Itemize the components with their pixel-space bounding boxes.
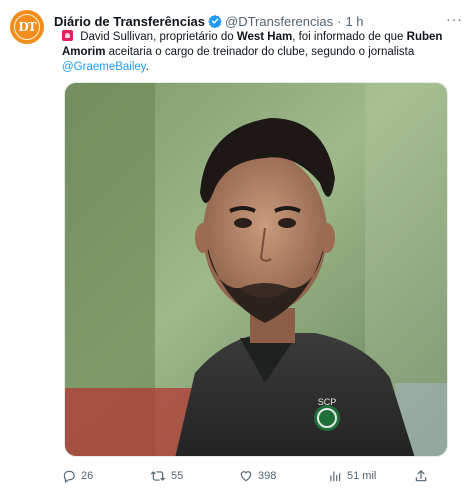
siren-icon — [62, 30, 73, 41]
bar-chart-icon — [330, 471, 341, 482]
handle[interactable]: @DTransferencias — [225, 14, 333, 29]
retweet-count: 55 — [171, 470, 184, 482]
mention-link[interactable]: @GraemeBailey — [62, 61, 146, 73]
tweet[interactable]: DT Diário de Transferências @DTransferen… — [0, 0, 475, 489]
like-count: 398 — [258, 470, 277, 482]
reply-button[interactable]: 26 — [62, 466, 93, 486]
avatar[interactable]: DT — [10, 10, 44, 44]
views-count: 51 mil — [347, 470, 377, 482]
verified-badge-icon — [208, 14, 222, 29]
tweet-text: David Sullivan, proprietário do West Ham… — [62, 30, 457, 75]
tweet-actions: 26 55 398 51 mil — [62, 466, 462, 486]
tweet-header: Diário de Transferências @DTransferencia… — [54, 12, 463, 30]
tweet-photo[interactable]: SCP — [64, 82, 448, 457]
like-button[interactable]: 398 — [239, 466, 276, 486]
shirt-badge-text: SCP — [318, 397, 337, 407]
heart-icon — [240, 471, 252, 482]
display-name[interactable]: Diário de Transferências — [54, 14, 205, 29]
avatar-logo: DT — [14, 14, 40, 40]
views-button[interactable]: 51 mil — [328, 466, 376, 486]
avatar-text: DT — [18, 20, 36, 34]
text-part-4: . — [145, 61, 149, 73]
bookmark-share-button[interactable] — [414, 466, 433, 486]
retweet-icon — [150, 471, 165, 481]
photo-illustration: SCP — [65, 83, 447, 456]
text-part-2: , foi informado de que — [292, 31, 407, 43]
timestamp[interactable]: 1 h — [345, 14, 363, 29]
more-dots-icon[interactable]: ··· — [446, 12, 463, 26]
share-icon — [415, 470, 427, 482]
text-part-3: aceitaria o cargo de treinador do clube,… — [105, 46, 415, 58]
reply-count: 26 — [81, 470, 94, 482]
reply-icon — [63, 470, 75, 483]
text-part-1: David Sullivan, proprietário do — [77, 31, 237, 43]
text-bold-west-ham: West Ham — [236, 31, 293, 43]
retweet-button[interactable]: 55 — [150, 466, 183, 486]
separator-dot: · — [337, 13, 342, 29]
